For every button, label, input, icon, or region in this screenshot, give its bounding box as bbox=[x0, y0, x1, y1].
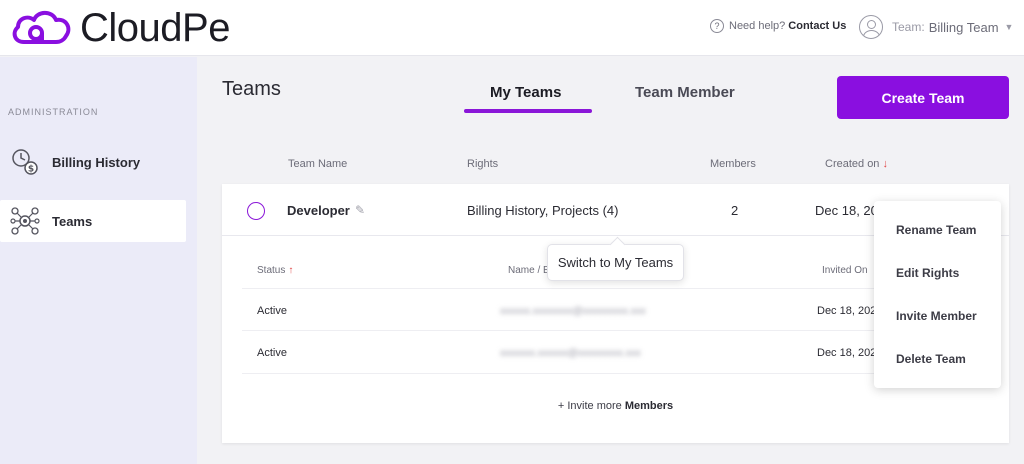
member-invited-date: Dec 18, 202 bbox=[817, 347, 877, 359]
invite-prefix: + Invite more bbox=[557, 400, 622, 412]
billing-clock-icon: $ bbox=[10, 147, 40, 177]
team-name: Developer bbox=[287, 203, 350, 218]
active-tab-indicator bbox=[464, 109, 592, 113]
sidebar-item-label: Teams bbox=[52, 213, 93, 229]
app-name: CloudPe bbox=[80, 6, 230, 50]
column-header-label: Created on bbox=[825, 158, 880, 170]
team-select-radio[interactable] bbox=[247, 202, 265, 220]
edit-pencil-icon[interactable]: ✎ bbox=[355, 203, 365, 217]
member-status: Active bbox=[257, 305, 287, 317]
team-created-date: Dec 18, 20 bbox=[815, 203, 878, 218]
help-text: Need help? bbox=[729, 20, 786, 32]
member-email-blurred: xxxxxxx.xxxxxx@xxxxxxxxx.xxx bbox=[500, 348, 641, 359]
sidebar-item-teams[interactable]: Teams bbox=[0, 200, 186, 242]
member-invited-date: Dec 18, 202 bbox=[817, 305, 877, 317]
sidebar: ADMINISTRATION $ Billing History Teams bbox=[0, 57, 197, 464]
column-header-members[interactable]: Members bbox=[710, 158, 756, 170]
column-header-team-name[interactable]: Team Name bbox=[288, 158, 347, 170]
sidebar-item-billing-history[interactable]: $ Billing History bbox=[0, 141, 186, 183]
chevron-down-icon: ▼ bbox=[1004, 22, 1014, 32]
sort-arrow-down-icon: ↓ bbox=[882, 158, 888, 170]
member-header-status[interactable]: Status ↑ bbox=[257, 265, 293, 276]
app-logo[interactable]: CloudPe bbox=[10, 6, 230, 50]
top-header: CloudPe ? Need help? Contact Us Team: Bi… bbox=[0, 0, 1024, 56]
member-status: Active bbox=[257, 347, 287, 359]
member-header-invited[interactable]: Invited On bbox=[822, 265, 868, 276]
team-selector[interactable]: Team: Billing Team ▼ bbox=[859, 15, 1013, 39]
page-title: Teams bbox=[222, 78, 281, 100]
tab-team-member[interactable]: Team Member bbox=[635, 84, 735, 101]
member-email-blurred: xxxxxx.xxxxxxxx@xxxxxxxxx.xxx bbox=[500, 306, 646, 317]
sidebar-item-label: Billing History bbox=[52, 154, 141, 170]
teams-network-icon bbox=[10, 206, 40, 236]
member-header-label: Status bbox=[257, 265, 286, 276]
create-team-button[interactable]: Create Team bbox=[837, 76, 1009, 119]
column-header-created-on[interactable]: Created on ↓ bbox=[825, 158, 888, 170]
question-icon: ? bbox=[710, 19, 724, 33]
invite-bold: Members bbox=[624, 400, 674, 412]
menu-item-edit-rights[interactable]: Edit Rights bbox=[896, 266, 959, 280]
menu-item-rename-team[interactable]: Rename Team bbox=[896, 223, 976, 237]
cloud-logo-icon bbox=[12, 10, 71, 44]
current-team-name: Billing Team bbox=[928, 19, 999, 35]
switch-tooltip: Switch to My Teams bbox=[547, 244, 684, 281]
column-header-rights[interactable]: Rights bbox=[467, 158, 498, 170]
user-avatar-icon[interactable] bbox=[859, 15, 883, 39]
invite-more-members-link[interactable]: + Invite more Members bbox=[222, 400, 1009, 412]
tab-my-teams[interactable]: My Teams bbox=[490, 84, 561, 101]
team-members-count: 2 bbox=[731, 203, 739, 218]
menu-item-invite-member[interactable]: Invite Member bbox=[896, 309, 977, 323]
team-prefix: Team: bbox=[892, 20, 925, 34]
help-area: ? Need help? Contact Us bbox=[710, 19, 846, 33]
team-rights: Billing History, Projects (4) bbox=[467, 203, 619, 218]
sidebar-section-label: ADMINISTRATION bbox=[8, 107, 99, 117]
menu-item-delete-team[interactable]: Delete Team bbox=[896, 352, 966, 366]
team-actions-menu: Rename Team Edit Rights Invite Member De… bbox=[874, 201, 1001, 388]
contact-us-link[interactable]: Contact Us bbox=[788, 20, 846, 32]
svg-text:$: $ bbox=[28, 165, 34, 175]
sort-arrow-up-icon: ↑ bbox=[288, 265, 294, 276]
